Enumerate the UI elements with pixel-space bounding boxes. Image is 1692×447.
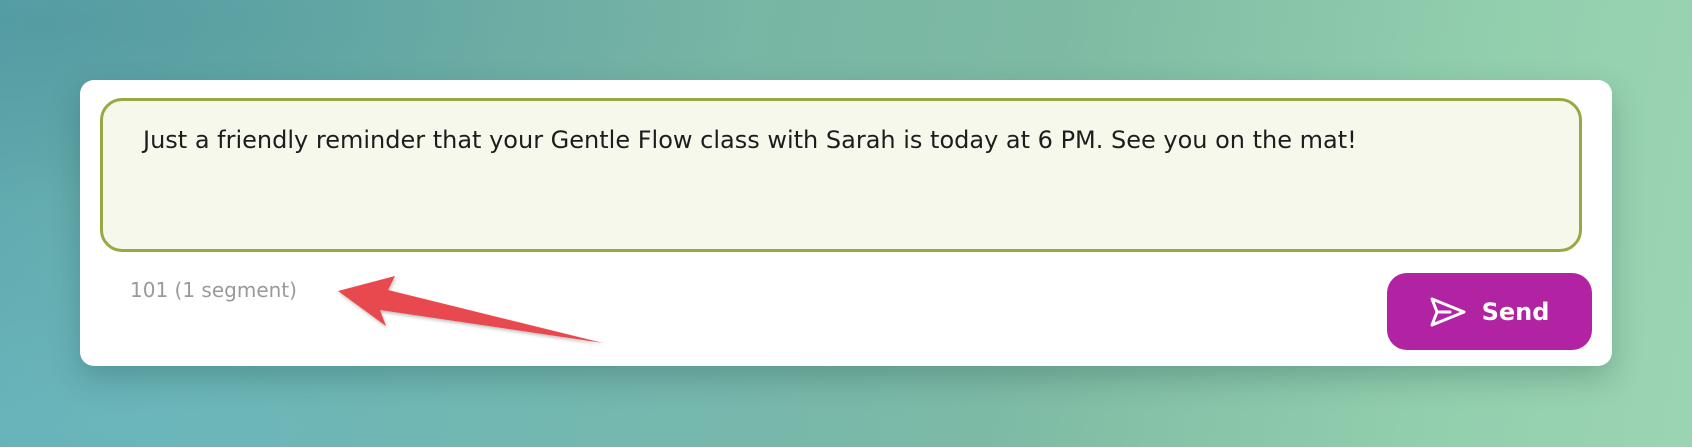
paper-plane-icon bbox=[1430, 297, 1466, 327]
send-button[interactable]: Send bbox=[1387, 273, 1592, 350]
send-label: Send bbox=[1481, 297, 1550, 326]
message-text[interactable]: Just a friendly reminder that your Gentl… bbox=[143, 123, 1543, 157]
message-input[interactable]: Just a friendly reminder that your Gentl… bbox=[100, 98, 1582, 252]
sms-composer-card: Just a friendly reminder that your Gentl… bbox=[80, 80, 1612, 366]
character-count: 101 (1 segment) bbox=[130, 278, 297, 302]
